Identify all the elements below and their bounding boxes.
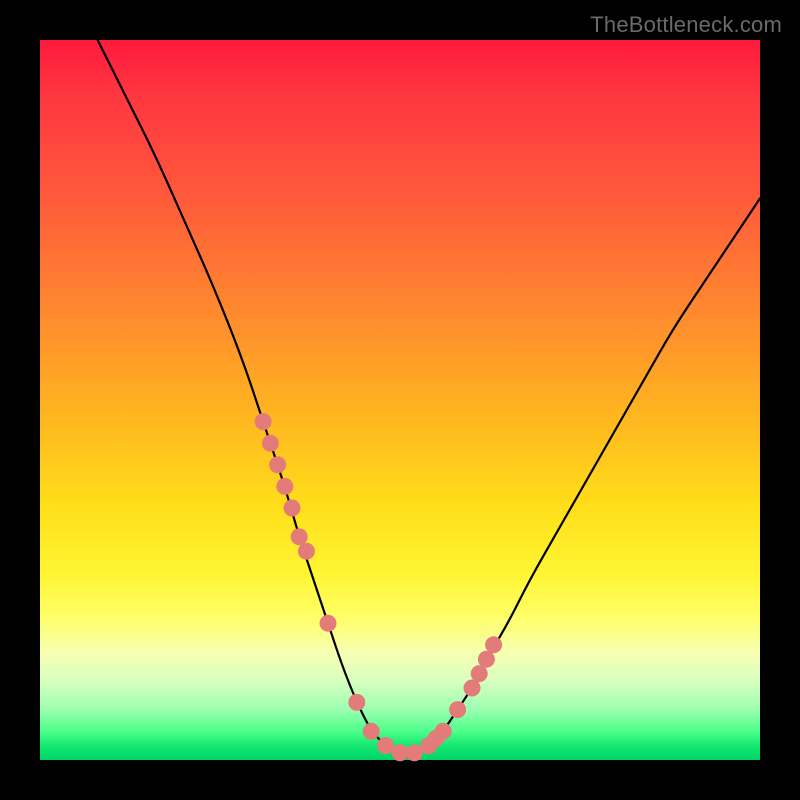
marker-dot: [276, 478, 293, 495]
marker-dot: [320, 615, 337, 632]
marker-dot: [471, 665, 488, 682]
marker-dot: [449, 701, 466, 718]
marker-dot: [284, 500, 301, 517]
marker-dot: [363, 723, 380, 740]
marker-dot: [298, 543, 315, 560]
curve-markers: [255, 413, 502, 761]
marker-dot: [435, 723, 452, 740]
marker-dot: [262, 435, 279, 452]
watermark-text: TheBottleneck.com: [590, 12, 782, 38]
marker-dot: [255, 413, 272, 430]
marker-dot: [377, 737, 394, 754]
marker-dot: [478, 651, 495, 668]
marker-dot: [485, 636, 502, 653]
chart-frame: TheBottleneck.com: [0, 0, 800, 800]
bottleneck-curve: [98, 40, 760, 753]
marker-dot: [269, 456, 286, 473]
marker-dot: [464, 680, 481, 697]
marker-dot: [406, 744, 423, 761]
chart-svg: [40, 40, 760, 760]
plot-area: [40, 40, 760, 760]
marker-dot: [348, 694, 365, 711]
marker-dot: [291, 528, 308, 545]
